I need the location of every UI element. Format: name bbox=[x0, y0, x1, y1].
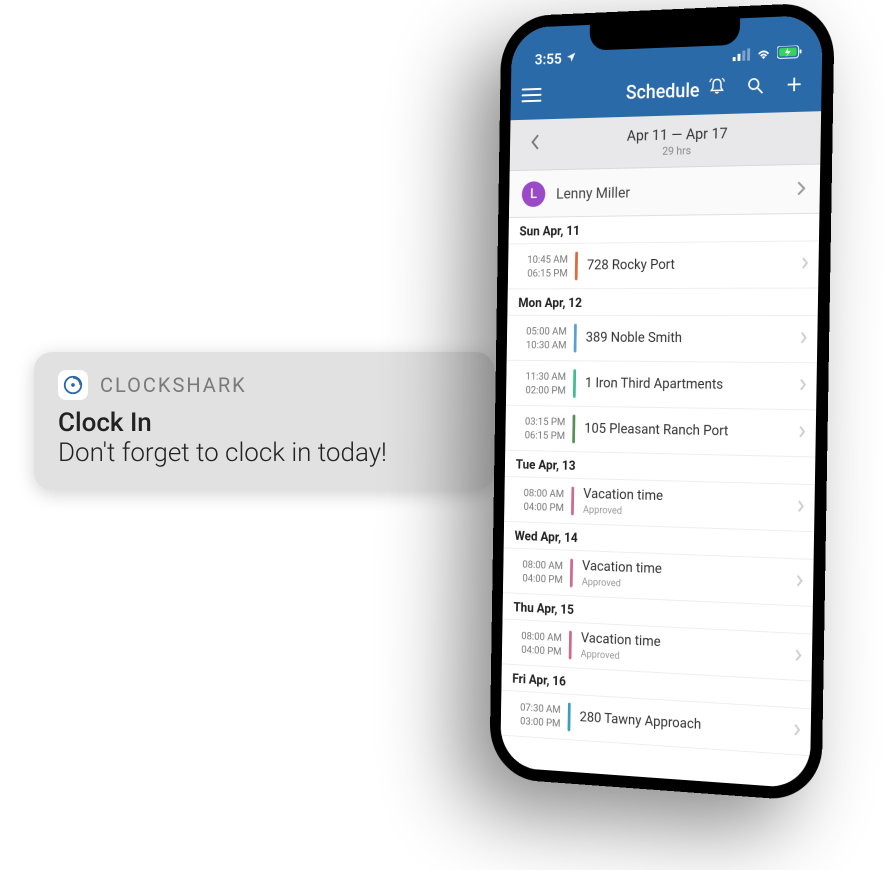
shift-row[interactable]: 03:15 PM06:15 PM 105 Pleasant Ranch Port bbox=[505, 406, 816, 458]
shift-color-bar bbox=[574, 324, 577, 353]
shift-color-bar bbox=[572, 415, 575, 444]
nav-bar: Schedule bbox=[510, 60, 822, 120]
phone-frame: 3:55 bbox=[489, 2, 835, 802]
shift-color-bar bbox=[571, 487, 574, 516]
day-header: Sun Apr, 11 bbox=[508, 214, 819, 245]
plus-icon[interactable] bbox=[784, 74, 804, 99]
shift-title: Vacation timeApproved bbox=[583, 486, 797, 524]
status-time: 3:55 bbox=[535, 50, 562, 69]
shift-times: 10:45 AM06:15 PM bbox=[519, 253, 576, 280]
shift-title: Vacation timeApproved bbox=[581, 630, 795, 672]
shift-subtitle: Approved bbox=[583, 504, 797, 523]
prev-week-button[interactable] bbox=[521, 126, 550, 163]
avatar: L bbox=[522, 181, 546, 207]
wifi-icon bbox=[756, 47, 772, 60]
shift-row[interactable]: 10:45 AM06:15 PM 728 Rocky Port bbox=[508, 241, 819, 289]
signal-icon bbox=[733, 48, 750, 61]
schedule-list[interactable]: Sun Apr, 11 10:45 AM06:15 PM 728 Rocky Por… bbox=[500, 214, 819, 789]
day-header: Mon Apr, 12 bbox=[507, 289, 818, 317]
shift-color-bar bbox=[573, 369, 576, 398]
push-notification[interactable]: CLOCKSHARK Clock In Don't forget to cloc… bbox=[34, 352, 494, 490]
chevron-right-icon bbox=[798, 422, 806, 444]
shift-color-bar bbox=[570, 559, 573, 588]
shift-subtitle: Approved bbox=[581, 649, 795, 673]
chevron-right-icon bbox=[797, 497, 805, 519]
employee-name: Lenny Miller bbox=[556, 180, 796, 202]
search-icon[interactable] bbox=[745, 75, 765, 100]
shift-times: 05:00 AM10:30 AM bbox=[518, 324, 575, 351]
bell-icon[interactable] bbox=[707, 77, 726, 102]
shift-color-bar bbox=[568, 703, 571, 732]
shift-title: 728 Rocky Port bbox=[587, 256, 801, 275]
battery-charging-icon bbox=[777, 45, 803, 59]
shift-row[interactable]: 11:30 AM02:00 PM 1 Iron Third Apartments bbox=[506, 361, 817, 411]
shift-times: 08:00 AM04:00 PM bbox=[515, 486, 572, 514]
shift-title: Vacation timeApproved bbox=[582, 558, 796, 598]
shift-times: 03:15 PM06:15 PM bbox=[516, 415, 573, 443]
notification-app-name: CLOCKSHARK bbox=[100, 373, 247, 397]
chevron-right-icon bbox=[793, 720, 801, 742]
app-icon bbox=[58, 370, 88, 400]
phone-screen: 3:55 bbox=[500, 15, 823, 789]
shift-times: 11:30 AM02:00 PM bbox=[517, 370, 574, 397]
shift-title: 105 Pleasant Ranch Port bbox=[584, 420, 798, 442]
notification-title: Clock In bbox=[58, 408, 470, 438]
notification-body: Don't forget to clock in today! bbox=[58, 438, 470, 468]
location-arrow-icon bbox=[565, 49, 576, 67]
shift-times: 08:00 AM04:00 PM bbox=[513, 629, 569, 659]
shift-row[interactable]: 05:00 AM10:30 AM 389 Noble Smith bbox=[507, 316, 818, 364]
chevron-right-icon bbox=[796, 177, 806, 202]
shift-title: 1 Iron Third Apartments bbox=[585, 375, 799, 395]
chevron-right-icon bbox=[801, 254, 809, 276]
shift-times: 07:30 AM03:00 PM bbox=[512, 700, 568, 730]
hamburger-icon[interactable] bbox=[520, 84, 544, 106]
chevron-right-icon bbox=[799, 375, 807, 397]
chevron-right-icon bbox=[795, 571, 803, 593]
chevron-right-icon bbox=[794, 646, 802, 668]
shift-color-bar bbox=[569, 631, 572, 660]
employee-selector[interactable]: L Lenny Miller bbox=[509, 165, 820, 219]
date-range-bar: Apr 11 — Apr 17 29 hrs bbox=[510, 111, 821, 171]
shift-times: 08:00 AM04:00 PM bbox=[514, 557, 570, 586]
shift-title: 280 Tawny Approach bbox=[579, 709, 793, 740]
shift-color-bar bbox=[575, 252, 578, 281]
chevron-right-icon bbox=[799, 328, 807, 350]
shift-title: 389 Noble Smith bbox=[586, 329, 800, 348]
shift-subtitle: Approved bbox=[582, 576, 796, 598]
